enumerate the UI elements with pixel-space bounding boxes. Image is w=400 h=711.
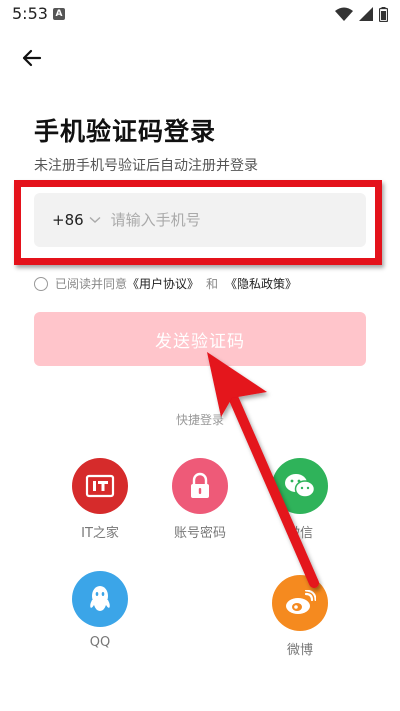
page-title: 手机验证码登录 <box>34 117 217 146</box>
privacy-policy-link[interactable]: 《隐私政策》 <box>225 275 297 292</box>
quick-login-label: IT之家 <box>81 526 119 541</box>
signal-icon <box>359 7 373 21</box>
agreement-row: 已阅读并同意 《用户协议》 和 《隐私政策》 <box>34 275 297 292</box>
agreement-checkbox[interactable] <box>34 276 48 291</box>
qq-icon <box>72 571 128 627</box>
agreement-connector: 和 <box>206 277 219 291</box>
quick-login-label: 微博 <box>286 643 313 658</box>
back-arrow-icon <box>22 49 42 67</box>
agreement-prefix: 已阅读并同意 <box>55 277 128 291</box>
quick-login-label: QQ <box>89 635 111 650</box>
quick-login-wechat[interactable]: 微信 <box>255 458 345 541</box>
quick-login-password[interactable]: 账号密码 <box>155 458 245 541</box>
send-code-button[interactable]: 发送验证码 <box>34 312 366 366</box>
highlight-box-annotation <box>14 180 382 265</box>
quick-login-title: 快捷登录 <box>175 413 224 427</box>
quick-login-qq[interactable]: QQ <box>55 571 145 650</box>
status-bar: 5:53 A <box>0 0 400 30</box>
status-time: 5:53 <box>12 4 48 23</box>
back-button[interactable] <box>18 44 46 72</box>
quick-login-label: 账号密码 <box>173 526 226 541</box>
lock-icon <box>172 458 228 514</box>
quick-login-ithome[interactable]: IT之家 <box>55 458 145 541</box>
page-subtitle: 未注册手机号验证后自动注册并登录 <box>34 158 258 174</box>
ithome-logo-icon <box>72 458 128 514</box>
quick-login-label: 微信 <box>286 526 313 541</box>
system-icons <box>335 5 388 23</box>
weibo-icon <box>272 575 328 631</box>
notification-icon: A <box>53 8 65 20</box>
wifi-icon <box>335 7 353 21</box>
user-agreement-link[interactable]: 《用户协议》 <box>127 275 199 292</box>
wechat-icon <box>272 458 328 514</box>
quick-login-weibo[interactable]: 微博 <box>255 575 345 658</box>
battery-icon <box>379 6 388 22</box>
